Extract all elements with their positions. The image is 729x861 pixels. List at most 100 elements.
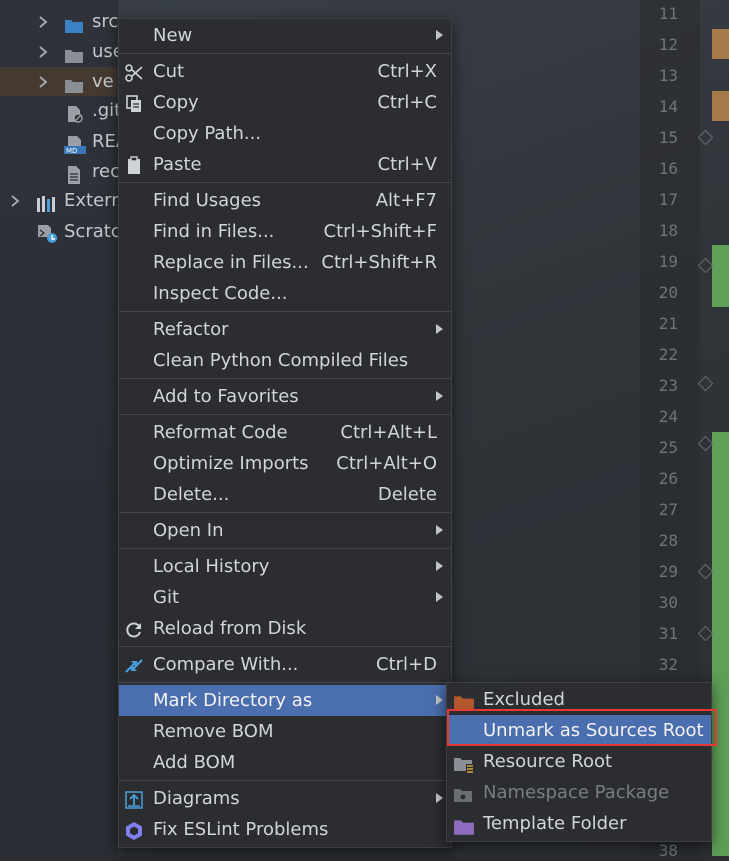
menu-item-label: Refactor	[153, 319, 229, 340]
menu-item-cut[interactable]: Cut Ctrl+X	[119, 56, 451, 87]
line-number: 28	[658, 531, 678, 550]
menu-item-reload-from-disk[interactable]: Reload from Disk	[119, 613, 451, 644]
menu-item-replace-in-files[interactable]: Replace in Files... Ctrl+Shift+R	[119, 247, 451, 278]
menu-item-label: Compare With...	[153, 654, 299, 675]
menu-item-diagrams[interactable]: Diagrams	[119, 783, 451, 814]
line-number: 29	[658, 562, 678, 581]
tree-item-rea[interactable]: MD REA	[0, 127, 118, 157]
submenu-item-label: Resource Root	[483, 751, 613, 772]
line-number: 30	[658, 593, 678, 612]
menu-item-git[interactable]: Git	[119, 582, 451, 613]
menu-item-fix-eslint-problems[interactable]: Fix ESLint Problems	[119, 814, 451, 845]
line-number: 19	[658, 252, 678, 271]
line-number: 27	[658, 500, 678, 519]
gitignore-file-icon	[64, 103, 84, 123]
submenu-arrow-icon	[436, 592, 443, 602]
tree-item-extern[interactable]: Extern	[0, 186, 118, 216]
menu-item-label: Clean Python Compiled Files	[153, 350, 409, 371]
menu-item-shortcut: Delete	[377, 484, 437, 505]
menu-item-copy-path[interactable]: Copy Path...	[119, 118, 451, 149]
menu-item-shortcut: Ctrl+D	[376, 654, 437, 675]
menu-item-delete[interactable]: Delete... Delete	[119, 479, 451, 510]
menu-item-label: Mark Directory as	[153, 690, 313, 711]
tree-item-label: Extern	[64, 190, 118, 211]
svg-text:MD: MD	[66, 147, 77, 154]
menu-separator	[119, 780, 451, 781]
tree-item-label: rec	[92, 161, 118, 182]
scratches-icon	[36, 224, 57, 243]
menu-item-label: Diagrams	[153, 788, 240, 809]
menu-item-label: Optimize Imports	[153, 453, 309, 474]
diagram-icon	[124, 789, 144, 809]
menu-item-add-bom[interactable]: Add BOM	[119, 747, 451, 778]
menu-separator	[119, 548, 451, 549]
menu-item-refactor[interactable]: Refactor	[119, 314, 451, 345]
menu-item-find-usages[interactable]: Find Usages Alt+F7	[119, 185, 451, 216]
line-number: 13	[658, 66, 678, 85]
menu-item-remove-bom[interactable]: Remove BOM	[119, 716, 451, 747]
menu-item-inspect-code[interactable]: Inspect Code...	[119, 278, 451, 309]
line-number: 32	[658, 655, 678, 674]
resource-folder-icon	[453, 753, 474, 774]
menu-item-copy[interactable]: Copy Ctrl+C	[119, 87, 451, 118]
menu-item-compare-with[interactable]: Compare With... Ctrl+D	[119, 649, 451, 680]
line-number: 12	[658, 35, 678, 54]
menu-item-open-in[interactable]: Open In	[119, 515, 451, 546]
tree-item-src[interactable]: src	[0, 7, 118, 37]
chevron-right-icon[interactable]	[34, 67, 52, 97]
menu-item-new[interactable]: New	[119, 20, 451, 51]
chevron-right-icon[interactable]	[34, 37, 52, 67]
line-number: 23	[658, 376, 678, 395]
submenu-arrow-icon	[436, 525, 443, 535]
tree-item-ve[interactable]: ve	[0, 67, 118, 97]
menu-item-clean-python-compiled-files[interactable]: Clean Python Compiled Files	[119, 345, 451, 376]
menu-item-shortcut: Alt+F7	[375, 190, 437, 211]
menu-separator	[119, 182, 451, 183]
menu-separator	[119, 512, 451, 513]
menu-item-mark-directory-as[interactable]: Mark Directory as	[119, 685, 451, 716]
menu-item-optimize-imports[interactable]: Optimize Imports Ctrl+Alt+O	[119, 448, 451, 479]
tree-item-scratc[interactable]: Scratc	[0, 217, 118, 247]
namespace-folder-icon	[453, 784, 473, 804]
tree-item-rec[interactable]: rec	[0, 157, 118, 187]
menu-separator	[119, 682, 451, 683]
menu-item-shortcut: Ctrl+Alt+L	[340, 422, 437, 443]
menu-item-find-in-files[interactable]: Find in Files... Ctrl+Shift+F	[119, 216, 451, 247]
menu-item-add-to-favorites[interactable]: Add to Favorites	[119, 381, 451, 412]
menu-item-shortcut: Ctrl+C	[377, 92, 437, 113]
submenu-item-template-folder[interactable]: Template Folder	[447, 808, 711, 839]
text-file-icon	[64, 164, 84, 184]
menu-separator	[119, 53, 451, 54]
excluded-folder-icon	[453, 691, 474, 711]
line-number: 25	[658, 438, 678, 457]
menu-item-local-history[interactable]: Local History	[119, 551, 451, 582]
tree-item-git[interactable]: .git	[0, 96, 118, 126]
line-number: 15	[658, 128, 678, 147]
reload-icon	[124, 619, 144, 639]
menu-item-shortcut: Ctrl+X	[377, 61, 437, 82]
line-number: 26	[658, 469, 678, 488]
submenu-arrow-icon	[436, 30, 443, 40]
menu-item-label: New	[153, 25, 193, 46]
tree-item-use[interactable]: use	[0, 37, 118, 67]
eslint-icon	[124, 820, 144, 840]
submenu-item-namespace-package: Namespace Package	[447, 777, 711, 808]
chevron-right-icon[interactable]	[34, 7, 52, 37]
menu-item-label: Replace in Files...	[153, 252, 309, 273]
menu-item-shortcut: Ctrl+V	[377, 154, 437, 175]
menu-item-label: Delete...	[153, 484, 230, 505]
menu-item-label: Fix ESLint Problems	[153, 819, 329, 840]
line-number: 16	[658, 159, 678, 178]
submenu-item-resource-root[interactable]: Resource Root	[447, 746, 711, 777]
copy-icon	[124, 93, 144, 113]
submenu-arrow-icon	[436, 561, 443, 571]
menu-item-paste[interactable]: Paste Ctrl+V	[119, 149, 451, 180]
submenu-arrow-icon	[436, 391, 443, 401]
menu-item-shortcut: Ctrl+Shift+F	[323, 221, 437, 242]
menu-item-reformat-code[interactable]: Reformat Code Ctrl+Alt+L	[119, 417, 451, 448]
tree-item-label: Scratc	[64, 221, 118, 242]
folder-icon	[64, 74, 84, 93]
chevron-right-icon[interactable]	[6, 186, 24, 216]
tree-item-label: REA	[92, 131, 118, 152]
compare-arrows-icon	[124, 655, 144, 675]
